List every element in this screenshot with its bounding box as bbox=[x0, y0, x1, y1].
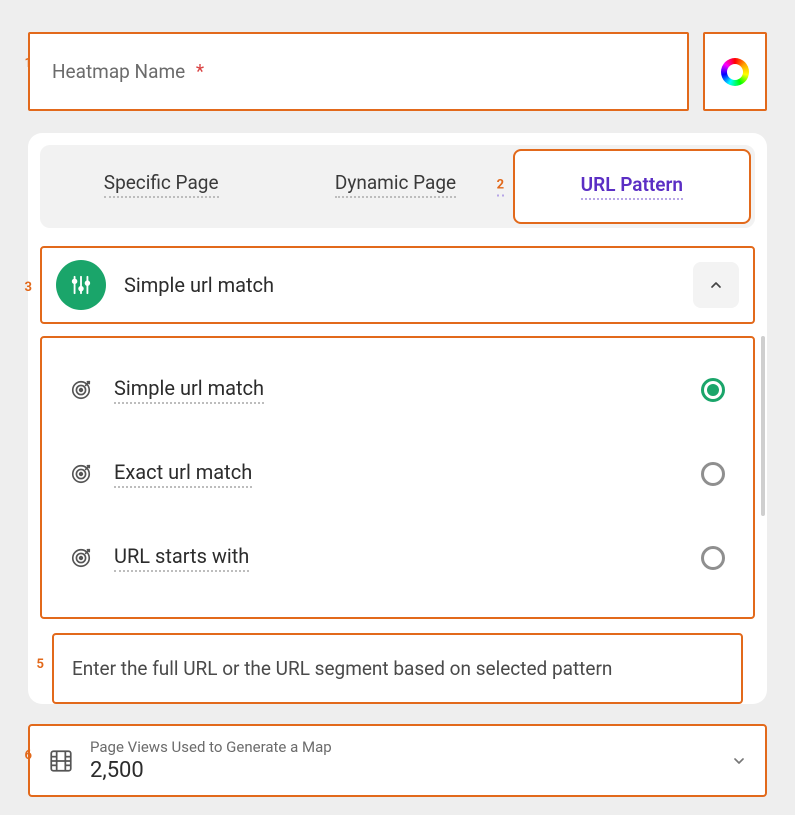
page-views-label: Page Views Used to Generate a Map bbox=[90, 738, 332, 756]
heatmap-name-field[interactable]: Heatmap Name * bbox=[28, 32, 689, 111]
radio-selected[interactable] bbox=[701, 378, 725, 402]
page-views-value: 2,500 bbox=[90, 758, 332, 783]
option-simple-url-match[interactable]: Simple url match bbox=[70, 348, 725, 432]
tab-url-pattern[interactable]: 2 URL Pattern bbox=[513, 149, 751, 224]
radio-unselected[interactable] bbox=[701, 546, 725, 570]
film-icon bbox=[48, 748, 74, 774]
page-type-tabs: Specific Page Dynamic Page 2 URL Pattern bbox=[40, 145, 755, 228]
tab-specific-page[interactable]: Specific Page bbox=[44, 149, 278, 224]
annotation-1: 1 bbox=[14, 56, 32, 71]
annotation-3: 3 bbox=[14, 280, 32, 295]
chevron-up-icon bbox=[708, 277, 724, 293]
annotation-5: 5 bbox=[26, 657, 44, 672]
target-icon bbox=[70, 379, 92, 401]
sliders-icon bbox=[56, 260, 106, 310]
radio-unselected[interactable] bbox=[701, 462, 725, 486]
page-views-selector[interactable]: 6 Page Views Used to Generate a Map 2,50… bbox=[28, 724, 767, 797]
match-options-list: 4 Simple url match Exact url match bbox=[40, 336, 755, 619]
color-wheel-icon bbox=[721, 58, 749, 86]
option-url-starts-with[interactable]: URL starts with bbox=[70, 516, 725, 600]
collapse-button[interactable] bbox=[693, 262, 739, 308]
option-exact-url-match[interactable]: Exact url match bbox=[70, 432, 725, 516]
color-picker-button[interactable] bbox=[703, 32, 767, 111]
url-input[interactable]: Enter the full URL or the URL segment ba… bbox=[52, 633, 743, 704]
match-type-label: Simple url match bbox=[124, 273, 274, 297]
tab-dynamic-page[interactable]: Dynamic Page bbox=[278, 149, 512, 224]
chevron-down-icon bbox=[731, 753, 747, 769]
match-type-selector[interactable]: 3 Simple url match bbox=[40, 246, 755, 324]
target-icon bbox=[70, 463, 92, 485]
heatmap-name-label: Heatmap Name * bbox=[52, 60, 204, 83]
config-card: Specific Page Dynamic Page 2 URL Pattern… bbox=[28, 133, 767, 704]
scrollbar[interactable] bbox=[761, 336, 765, 516]
target-icon bbox=[70, 547, 92, 569]
annotation-2: 2 bbox=[497, 177, 504, 196]
annotation-6: 6 bbox=[14, 748, 32, 763]
